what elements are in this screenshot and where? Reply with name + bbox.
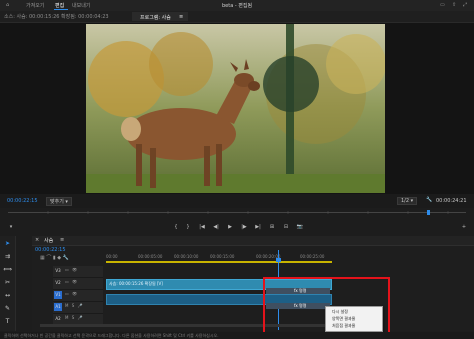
track-header-a1[interactable]: A1 M S 🎤 [53,302,103,314]
status-bar: 클릭하여 선택하거나 빈 공간을 클릭하고 선택 윤곽으로 드래그합니다. 다른… [0,332,474,339]
duration-timecode: 00:00:24:21 [436,198,467,204]
selection-tool-icon[interactable]: ➤ [3,239,12,248]
add-button[interactable]: + [460,223,468,231]
quality-label: 1/2 [401,198,410,204]
extract-button[interactable]: ⊟ [282,223,290,231]
timeline-tabs: × 사슴 ≡ [32,236,474,246]
mark-out-button[interactable]: } [184,223,192,231]
video-frame [86,24,385,193]
home-icon[interactable]: ⌂ [6,2,9,8]
fit-label: 맞추기 [50,199,64,205]
track-id: A1 [54,303,62,311]
playhead-handle[interactable] [276,258,281,262]
menu-edit[interactable]: 편집 [55,2,64,9]
track-id: V3 [55,268,61,273]
ruler-label: 00:00:10:00 [174,254,199,259]
go-to-out-button[interactable]: ▶| [254,223,262,231]
transport-controls: ▾ { } |◀ ◀| ▶ |▶ ▶| ⊞ ⊟ 📷 + [0,220,474,234]
tab-menu-icon[interactable]: ≡ [179,14,183,20]
timeline-timecode[interactable]: 00:00:22:15 [35,247,66,253]
track-controls-icon[interactable]: M S 🎤 [65,303,84,308]
status-text: 클릭하여 선택하거나 빈 공간을 클릭하고 선택 윤곽으로 드래그합니다. 다른… [4,333,219,338]
pen-icon[interactable]: ✎ [3,304,12,313]
track-controls-icon[interactable]: ▭ 👁 [65,291,78,296]
menu-export[interactable]: 내보내기 [72,2,90,9]
slip-icon[interactable]: ↔ [3,291,12,300]
fit-dropdown[interactable]: 맞추기 ▾ [46,197,72,206]
track-id: V1 [54,291,62,299]
ripple-edit-icon[interactable]: ⟺ [3,265,12,274]
program-tab[interactable]: 프로그램: 사슴 ≡ [132,12,188,21]
ruler-label: 00:00:05:00 [138,254,163,259]
tab-menu-icon[interactable]: ≡ [60,237,64,243]
workspace-icon[interactable]: ▭ [440,2,445,8]
share-icon[interactable]: ⇧ [452,2,456,8]
active-menu-indicator [54,9,68,10]
source-tab[interactable]: 소스: 사슴: 00:00:15:26 확장됨: 00:00:04:23 [4,13,109,20]
wrench-icon[interactable]: 🔧 [426,197,432,203]
context-menu-item-reset[interactable]: 다시 설정 [332,309,348,315]
deer-image [86,24,385,193]
export-frame-button[interactable]: 📷 [296,223,304,231]
timeline-toolbar-icons[interactable]: ▦ ⌒ ▮ ◆ 🔧 [40,254,69,261]
step-back-button[interactable]: ◀| [212,223,220,231]
context-menu: 다시 설정 양쪽면 결과물 처음점 결과물 [325,306,383,332]
timeline-panel: × 사슴 ≡ 00:00:22:15 ▦ ⌒ ▮ ◆ 🔧 00:00 00:00… [32,236,474,331]
context-menu-item-both-sides[interactable]: 양쪽면 결과물 [332,316,355,322]
track-controls-icon[interactable]: M S 🎤 [65,315,84,320]
go-to-in-button[interactable]: |◀ [198,223,206,231]
menu-bar: ⌂ 가져오기 편집 내보내기 beta - 편집됨 ▭ ⇧ ⤢ [0,0,474,11]
mark-in-button[interactable]: { [172,223,180,231]
ruler-label: 00:00:15:00 [210,254,235,259]
context-menu-item-start[interactable]: 처음점 결과물 [332,323,355,329]
track-id: V2 [55,280,61,285]
track-header-v2[interactable]: V2 ▭ 👁 [53,278,103,290]
ruler-label: 00:00 [106,254,118,259]
track-id: A2 [55,316,61,321]
menu-import[interactable]: 가져오기 [26,2,44,9]
fullscreen-icon[interactable]: ⤢ [463,2,467,8]
step-forward-button[interactable]: |▶ [240,223,248,231]
type-icon[interactable]: T [3,317,12,326]
current-timecode[interactable]: 00:00:22:15 [7,198,38,204]
play-button[interactable]: ▶ [226,223,234,231]
sequence-tab[interactable]: 사슴 [44,237,53,244]
track-controls-icon[interactable]: ▭ 👁 [65,279,78,284]
program-tab-label: 프로그램: 사슴 [140,15,171,21]
monitor-playhead[interactable] [427,210,430,215]
monitor-scrub-bar[interactable] [8,210,466,215]
track-header-v1[interactable]: V1 ▭ 👁 [53,290,103,302]
lift-button[interactable]: ⊞ [268,223,276,231]
marker-icon[interactable]: ▾ [7,223,15,231]
monitor-tabs: 소스: 사슴: 00:00:15:26 확장됨: 00:00:04:23 프로그… [0,11,474,23]
close-icon[interactable]: × [35,237,39,243]
track-select-icon[interactable]: ⇉ [3,252,12,261]
track-controls-icon[interactable]: ▭ 👁 [65,267,78,272]
monitor-controls: 00:00:22:15 맞추기 ▾ 1/2 ▾ 🔧 00:00:24:21 [0,194,474,208]
track-header-v3[interactable]: V3 ▭ 👁 [53,266,103,278]
ruler-label: 00:00:25:00 [300,254,325,259]
work-area-bar[interactable] [106,261,332,263]
quality-dropdown[interactable]: 1/2 ▾ [397,197,418,205]
project-title: beta - 편집됨 [222,3,253,9]
tools-panel: ➤ ⇉ ⟺ ✂ ↔ ✎ T [0,236,16,331]
razor-icon[interactable]: ✂ [3,278,12,287]
